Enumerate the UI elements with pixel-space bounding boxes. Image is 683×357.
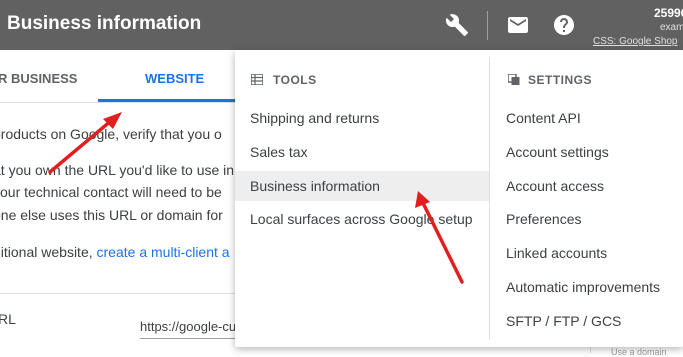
header-divider xyxy=(487,11,488,40)
content-line-3: your technical contact will need to be xyxy=(0,184,222,200)
menu-item-automatic-improvements[interactable]: Automatic improvements xyxy=(490,272,683,302)
right-panel-text: Use a domain xyxy=(611,347,667,357)
account-css-link[interactable]: CSS: Google Shop xyxy=(593,36,678,47)
mail-icon[interactable] xyxy=(506,13,530,37)
content-line-5-prefix: ditional website, xyxy=(0,244,97,260)
settings-section-icon xyxy=(508,74,520,85)
wrench-icon[interactable] xyxy=(445,13,469,37)
menu-item-preferences[interactable]: Preferences xyxy=(490,204,683,234)
content-line-1: products on Google, verify that you o xyxy=(0,126,222,142)
tools-section-icon xyxy=(251,74,263,85)
tools-heading: TOOLS xyxy=(273,73,317,87)
menu-item-linked-accounts[interactable]: Linked accounts xyxy=(490,238,683,268)
menu-item-shipping-and-returns[interactable]: Shipping and returns xyxy=(235,103,489,133)
account-id: 25996 xyxy=(654,6,683,20)
menu-item-sales-tax[interactable]: Sales tax xyxy=(235,137,489,167)
account-email: exam xyxy=(660,22,683,33)
settings-heading: SETTINGS xyxy=(528,73,593,87)
menu-item-local-surfaces[interactable]: Local surfaces across Google setup xyxy=(235,204,489,234)
app-header: Business information 25996 exam CSS: Goo… xyxy=(0,0,683,50)
url-label: RL xyxy=(0,311,16,327)
active-tab-indicator xyxy=(98,99,248,102)
page-title: Business information xyxy=(7,13,202,34)
website-url-input[interactable] xyxy=(140,314,240,339)
menu-item-content-api[interactable]: Content API xyxy=(490,103,683,133)
help-icon[interactable] xyxy=(552,13,576,37)
content-line-4: one else uses this URL or domain for xyxy=(0,207,223,223)
tab-website[interactable]: WEBSITE xyxy=(145,71,204,86)
menu-item-business-information[interactable]: Business information xyxy=(235,171,489,201)
menu-item-account-settings[interactable]: Account settings xyxy=(490,137,683,167)
tools-settings-menu: TOOLS Shipping and returns Sales tax Bus… xyxy=(235,50,683,347)
tab-your-business[interactable]: R BUSINESS xyxy=(0,71,77,86)
content-line-2: at you own the URL you'd like to use in xyxy=(0,162,235,178)
menu-item-account-access[interactable]: Account access xyxy=(490,171,683,201)
create-multi-client-link[interactable]: create a multi-client a xyxy=(97,244,230,260)
content-line-5: ditional website, create a multi-client … xyxy=(0,244,230,260)
menu-item-sftp-ftp-gcs[interactable]: SFTP / FTP / GCS xyxy=(490,306,683,336)
